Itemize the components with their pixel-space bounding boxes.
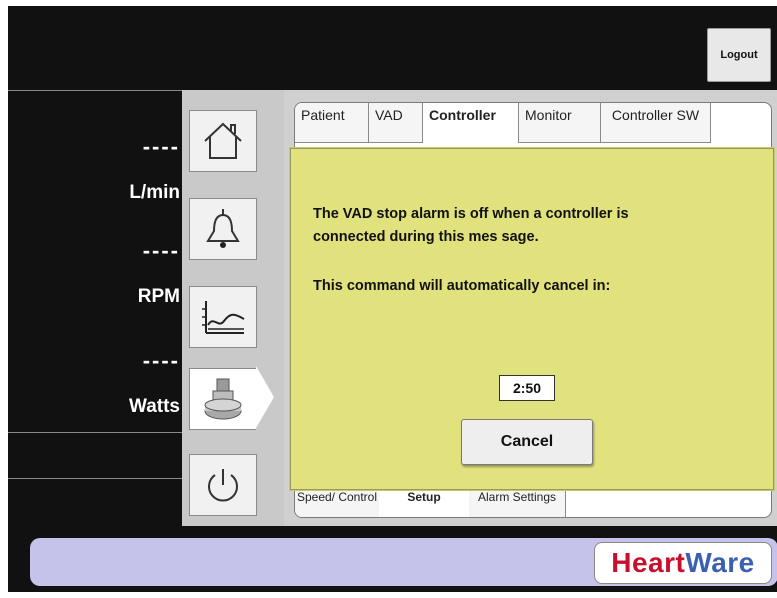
divider	[8, 478, 182, 479]
dialog-message-line3: This command will automatically cancel i…	[313, 278, 611, 294]
nav-home-button[interactable]	[189, 110, 257, 172]
nav-panel	[182, 90, 284, 526]
bell-icon	[206, 209, 240, 248]
countdown-timer: 2:50	[499, 375, 555, 401]
divider	[8, 90, 182, 91]
tab-monitor[interactable]: Monitor	[519, 103, 601, 143]
speed-unit: RPM	[137, 286, 180, 307]
active-indicator	[256, 366, 274, 428]
controller-screen: Logout ---- L/min ---- RPM ---- Watts Pa…	[8, 6, 777, 592]
trend-graph-icon	[202, 301, 245, 334]
nav-controller-button[interactable]	[189, 368, 256, 430]
home-icon	[204, 122, 242, 159]
tab-vad[interactable]: VAD	[369, 103, 423, 143]
tab-patient[interactable]: Patient	[295, 103, 369, 143]
confirmation-dialog: The VAD stop alarm is off when a control…	[290, 148, 774, 490]
tab-controller[interactable]: Controller	[423, 103, 519, 143]
divider	[8, 432, 182, 433]
logo-text-ware: Ware	[685, 547, 755, 578]
flow-value: ----	[142, 134, 180, 159]
cancel-button[interactable]: Cancel	[461, 419, 593, 465]
dialog-message-line1: The VAD stop alarm is off when a control…	[313, 206, 629, 222]
pump-icon	[204, 378, 242, 420]
tab-controller-sw[interactable]: Controller SW	[601, 103, 711, 143]
nav-power-button[interactable]	[189, 454, 257, 516]
power-unit: Watts	[128, 396, 180, 417]
flow-unit: L/min	[129, 182, 180, 203]
logout-button[interactable]: Logout	[707, 28, 771, 82]
nav-trends-button[interactable]	[189, 286, 257, 348]
dialog-message-line2: connected during this mes sage.	[313, 229, 539, 245]
speed-value: ----	[142, 238, 180, 263]
logo-text-heart: Heart	[611, 547, 686, 578]
footer-bar: Heart Ware	[30, 538, 777, 586]
power-icon	[208, 469, 238, 502]
nav-alarms-button[interactable]	[189, 198, 257, 260]
heartware-logo: Heart Ware	[594, 542, 772, 584]
power-value: ----	[142, 348, 180, 373]
